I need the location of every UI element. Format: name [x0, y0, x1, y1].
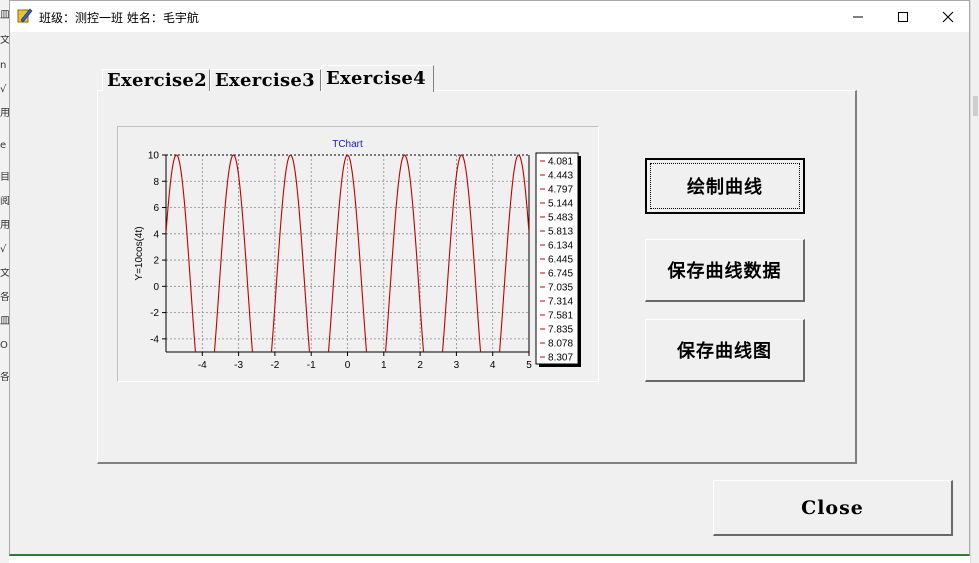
legend-item: 7.035: [548, 283, 573, 294]
app-window: 班级：测控一班 姓名：毛宇航 Exercise2 Exercise3 Exerc…: [9, 0, 970, 556]
y-tick-label: -2: [150, 308, 159, 319]
legend-item: 6.745: [548, 269, 573, 280]
legend-item: 4.443: [548, 171, 573, 182]
y-tick-label: -4: [150, 334, 159, 345]
background-text-fragment: e: [0, 140, 7, 151]
close-icon: [942, 11, 954, 22]
tab-exercise4[interactable]: Exercise4: [321, 65, 434, 92]
tab-exercise2[interactable]: Exercise2: [102, 69, 210, 91]
x-tick-label: -4: [198, 360, 207, 371]
title-bar[interactable]: 班级：测控一班 姓名：毛宇航: [10, 1, 969, 32]
background-app-strip: 皿文 n √ 用 e 目阅用 √ 文各皿 O 各: [0, 0, 9, 563]
y-tick-label: 2: [153, 256, 159, 267]
draw-curve-button[interactable]: 绘制曲线: [645, 158, 805, 214]
y-tick-label: 8: [153, 177, 159, 188]
close-button-label: Close: [801, 496, 864, 519]
legend-item: 7.314: [548, 297, 573, 308]
y-axis-label: Y=10cos(4t): [134, 226, 145, 280]
y-tick-label: 10: [148, 151, 160, 162]
x-tick-label: 3: [454, 360, 460, 371]
minimize-icon: [853, 16, 863, 17]
legend-item: 4.081: [548, 157, 573, 168]
background-text-fragment: 各: [0, 292, 9, 303]
background-text-fragment: 各: [0, 372, 9, 383]
legend-item: 4.797: [548, 185, 573, 196]
legend-item: 7.581: [548, 311, 573, 322]
background-text-fragment: 阅: [0, 196, 9, 207]
y-tick-label: 4: [153, 229, 159, 240]
background-text-fragment: 皿: [0, 316, 9, 327]
close-window-button[interactable]: [925, 1, 971, 32]
background-text-fragment: √: [0, 84, 7, 95]
y-tick-label: 6: [153, 203, 159, 214]
background-text-fragment: 用: [0, 220, 9, 231]
legend-item: 7.835: [548, 325, 573, 336]
scrollbar-thumb[interactable]: [973, 96, 978, 116]
minimize-button[interactable]: [835, 1, 881, 32]
chart-title: TChart: [332, 139, 363, 150]
legend-item: 8.078: [548, 339, 573, 350]
chart: TChart -4 -3 -2 -1 0 1 2 3 4 5 10 8 6 4 2 0 -2 -4 Y=10cos(4…: [134, 139, 581, 371]
x-tick-label: 0: [345, 360, 351, 371]
save-curve-data-label: 保存曲线数据: [667, 261, 782, 282]
y-tick-label: 0: [153, 282, 159, 293]
maximize-icon: [898, 11, 908, 22]
background-text-fragment: 文: [0, 268, 9, 279]
app-icon: [17, 8, 33, 23]
background-text-fragment: n: [0, 60, 7, 71]
x-tick-label: 4: [490, 360, 496, 371]
legend-item: 6.445: [548, 255, 573, 266]
background-text-fragment: O: [0, 340, 8, 351]
x-tick-label: -2: [270, 360, 279, 371]
x-tick-label: -1: [307, 360, 316, 371]
background-text-fragment: 用: [0, 108, 9, 119]
legend-item: 5.483: [548, 213, 573, 224]
focus-rect: [650, 163, 800, 209]
scrollbar[interactable]: [970, 0, 979, 563]
save-curve-data-button[interactable]: 保存曲线数据: [645, 239, 805, 302]
maximize-button[interactable]: [880, 1, 926, 32]
save-curve-image-label: 保存曲线图: [677, 341, 772, 362]
legend-item: 5.144: [548, 199, 573, 210]
x-tick-label: 2: [417, 360, 423, 371]
background-text-fragment: 目: [0, 172, 9, 183]
x-tick-label: 1: [381, 360, 387, 371]
background-text-fragment: √: [0, 244, 7, 255]
legend-item: 5.813: [548, 227, 573, 238]
close-button[interactable]: Close: [713, 480, 953, 536]
save-curve-image-button[interactable]: 保存曲线图: [645, 319, 805, 382]
tab-exercise3[interactable]: Exercise3: [210, 69, 321, 91]
legend-item: 6.134: [548, 241, 573, 252]
x-tick-label: 5: [526, 360, 532, 371]
chart-panel: TChart -4 -3 -2 -1 0 1 2 3 4 5 10 8 6 4 2 0 -2 -4 Y=10cos(4…: [117, 126, 599, 382]
legend-item: 8.307: [548, 353, 573, 364]
x-tick-label: -3: [234, 360, 243, 371]
background-text-fragment: 文: [0, 35, 9, 46]
window-title: 班级：测控一班 姓名：毛宇航: [39, 11, 199, 25]
background-text-fragment: 皿: [0, 10, 9, 21]
